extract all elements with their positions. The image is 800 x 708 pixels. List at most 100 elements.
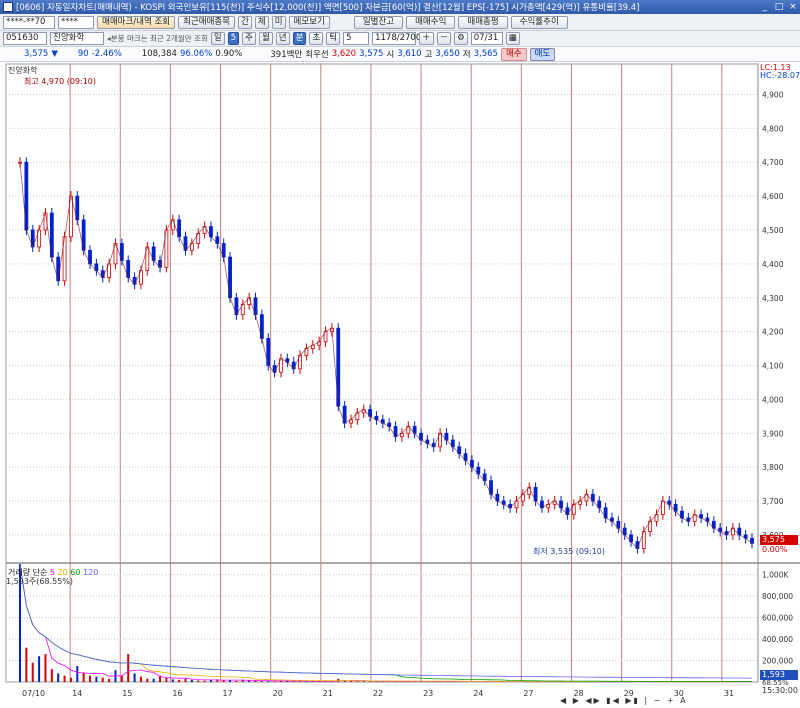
volume-bar: [229, 680, 232, 682]
x-tick-label: 20: [273, 689, 283, 698]
account-toolbar: ****-**70 **** 매매마크/내역 조회 최근매매종목 간 체 미 메…: [0, 14, 800, 31]
trade-profit-button[interactable]: 매매수익: [406, 15, 456, 29]
volume-bar: [369, 681, 372, 682]
che-button[interactable]: 체: [254, 15, 269, 29]
x-tick-label: 31: [724, 689, 734, 698]
volume-bar: [76, 665, 79, 682]
gan-button[interactable]: 간: [238, 15, 252, 29]
price-tick-label: 3,700: [762, 497, 784, 506]
price-chart[interactable]: 4,900 4,800 4,700 4,600 4,500 4,400 4,300 4,200…: [0, 62, 800, 708]
x-tick-label: 16: [172, 689, 182, 698]
volume-bar: [267, 681, 270, 682]
low-label: 저: [462, 50, 471, 60]
zoom-out-icon[interactable]: －: [436, 32, 452, 45]
maximize-button[interactable]: □: [772, 1, 786, 13]
interval-select[interactable]: 5: [343, 32, 370, 45]
best-bid-label: 최우선: [305, 50, 329, 60]
x-tick-label: 23: [423, 689, 433, 698]
minimize-button[interactable]: _: [758, 1, 772, 13]
time-label: 15:30:00: [762, 686, 798, 695]
volume-bar: [152, 678, 155, 682]
price-tick-label: 4,700: [762, 158, 784, 167]
volume-tick-label: 1,000K: [762, 571, 789, 580]
open-price: 3,610: [397, 49, 422, 59]
volume-bar: [95, 676, 98, 682]
last-pct-label: 0.00%: [762, 545, 788, 554]
volume-bar: [254, 680, 257, 682]
period-5-button[interactable]: 5: [227, 32, 240, 45]
price-tick-label: 4,500: [762, 226, 784, 235]
volume-bar: [120, 675, 123, 682]
period-day-button[interactable]: 일: [210, 32, 225, 45]
price-tick-label: 4,000: [762, 395, 784, 404]
stock-name-field[interactable]: 진양화학: [50, 32, 104, 45]
zoom-in-icon[interactable]: ＋: [419, 32, 434, 45]
volume-bar: [44, 654, 47, 682]
symbol-toolbar: 051630 진양화학 ◂분봉 마크는 최근 2개월만 조회 일 5 주 월 년…: [0, 31, 800, 47]
volume-bar: [50, 669, 53, 682]
volume-bar: [38, 656, 41, 682]
volume-value: 108,384: [141, 49, 177, 59]
volume-tick-label: 800,000: [762, 592, 793, 601]
volume-tick-label: 600,000: [762, 614, 793, 623]
password-field[interactable]: ****: [58, 15, 94, 29]
mi-button[interactable]: 미: [271, 15, 286, 29]
best-bid: 3,620: [331, 49, 357, 59]
volume-bar: [69, 677, 72, 682]
buy-button[interactable]: 매수: [500, 47, 527, 61]
volume-bar: [25, 647, 28, 682]
daily-balance-button[interactable]: 일별잔고: [353, 15, 404, 29]
stock-code-input[interactable]: 051630: [3, 32, 47, 45]
price-tick-label: 4,300: [762, 294, 784, 303]
volume-tick-label: 200,000: [762, 657, 793, 666]
volume-bar: [133, 673, 136, 682]
window-title-bar: [0606] 자동일자차트(매매내역) - KOSPI 외국인보유[115(천)…: [0, 0, 800, 14]
volume-bar: [89, 675, 92, 682]
volume-bar: [260, 681, 263, 682]
volume-bar: [165, 677, 168, 682]
period-minute-button[interactable]: 분: [292, 32, 307, 45]
volume-bar: [139, 676, 142, 682]
volume-bar: [63, 675, 66, 682]
volume-bar: [127, 654, 130, 682]
sell-button[interactable]: 매도: [529, 47, 556, 61]
close-button[interactable]: ×: [786, 1, 800, 13]
memo-view-button[interactable]: 메모보기: [288, 15, 330, 29]
x-tick-label: 27: [523, 689, 533, 698]
x-tick-label: 07/10: [22, 689, 45, 698]
recent-trades-button[interactable]: 최근매매종목: [178, 15, 236, 29]
trade-history-button[interactable]: 매매마크/내역 조회: [97, 15, 176, 29]
period-month-button[interactable]: 월: [258, 32, 273, 45]
price-chart-area[interactable]: 4,900 4,800 4,700 4,600 4,500 4,400 4,300 4,200…: [0, 62, 800, 708]
volume-bar: [108, 678, 111, 682]
volume-bar: [171, 679, 174, 682]
volume-bar: [190, 679, 193, 682]
settings-icon[interactable]: ⚙: [454, 32, 468, 45]
period-tick-button[interactable]: 틱: [326, 32, 341, 45]
chart-stock-name: 진양화학: [8, 66, 38, 75]
x-tick-label: 14: [72, 689, 82, 698]
volume-bar: [203, 680, 206, 682]
trade-summary-button[interactable]: 매매총평: [458, 15, 508, 29]
hc-label: HC:-28.07: [760, 71, 800, 80]
high-price: 3,650: [435, 49, 460, 59]
volume-bar: [101, 677, 104, 682]
period-second-button[interactable]: 초: [309, 32, 324, 45]
period-week-button[interactable]: 주: [242, 32, 256, 45]
account-select[interactable]: ****-**70: [3, 15, 55, 29]
volume-bar: [82, 672, 85, 682]
profit-trend-button[interactable]: 수익률추이: [510, 15, 568, 29]
scroll-controls[interactable]: ◀ ▶ ◀▶ ▮◀ ▶▮ | − + A: [560, 696, 688, 705]
high-label: 고: [424, 50, 433, 60]
volume-ma120-label: 120: [83, 568, 99, 577]
volume-bar: [184, 678, 187, 682]
price-tick-label: 4,200: [762, 328, 784, 337]
volume-bar: [197, 680, 200, 682]
count-field[interactable]: 1178/2700: [372, 32, 421, 45]
date-field[interactable]: 07/31: [470, 32, 503, 45]
period-year-button[interactable]: 년: [275, 32, 290, 45]
price-change-pct: -2.46%: [91, 49, 122, 59]
calendar-icon[interactable]: ▦: [505, 32, 520, 45]
volume-value-label: 1,593주(68.55%): [6, 577, 74, 586]
low-price: 3,565: [473, 49, 498, 59]
